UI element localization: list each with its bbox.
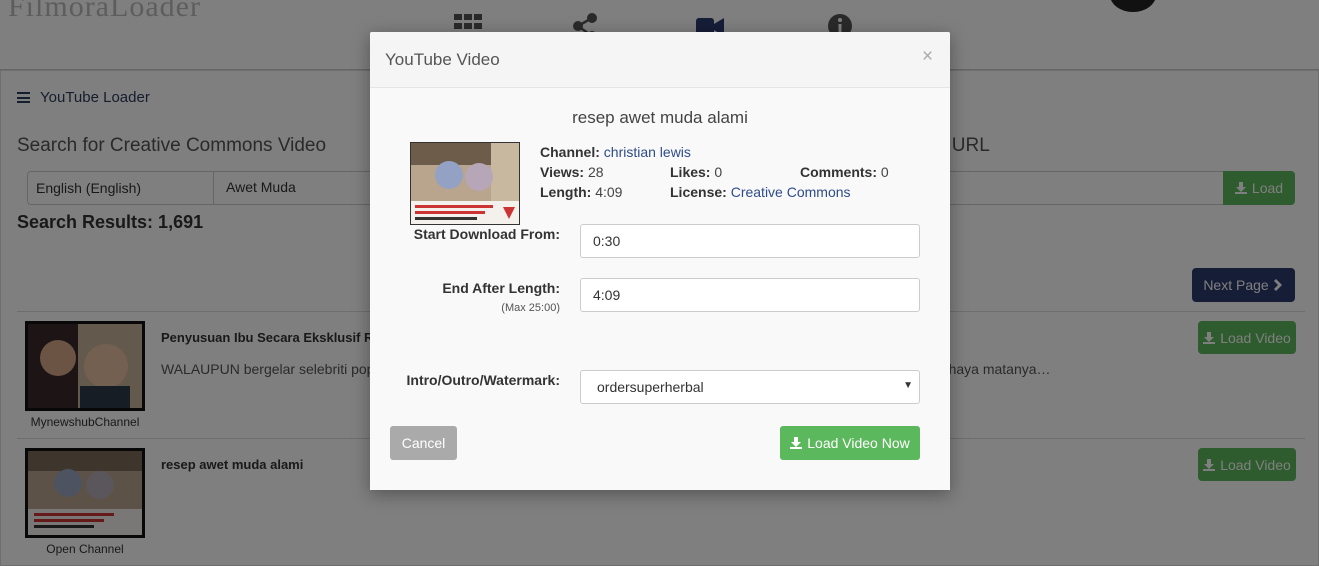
likes-info: Likes: 0 (670, 164, 723, 180)
video-title: resep awet muda alami (572, 108, 748, 127)
views-info: Views: 28 (540, 164, 604, 180)
max-length-hint: (Max 25:00) (501, 302, 560, 314)
download-icon (790, 437, 803, 449)
length-info: Length: 4:09 (540, 184, 623, 200)
youtube-video-dialog: YouTube Video × resep awet muda alami Ch… (370, 32, 950, 490)
end-after-label: End After Length: (442, 280, 560, 296)
license-info: License: Creative Commons (670, 184, 851, 200)
intro-outro-label: Intro/Outro/Watermark: (406, 372, 561, 388)
channel-info: Channel: christian lewis (540, 144, 691, 160)
caret-down-icon: ▼ (903, 380, 913, 391)
license-link[interactable]: Creative Commons (731, 184, 851, 200)
comments-info: Comments: 0 (800, 164, 889, 180)
load-video-now-button[interactable]: Load Video Now (780, 426, 920, 460)
thumbnail-image (411, 143, 519, 224)
video-thumbnail (410, 142, 520, 225)
channel-link[interactable]: christian lewis (604, 144, 691, 160)
cancel-button[interactable]: Cancel (390, 426, 457, 460)
intro-outro-select[interactable]: ordersuperherbal ▼ (580, 370, 920, 404)
start-download-input[interactable]: 0:30 (580, 224, 920, 258)
dialog-header: YouTube Video × (370, 32, 950, 88)
end-after-input[interactable]: 4:09 (580, 278, 920, 312)
dialog-body: resep awet muda alami Channel: christian… (370, 88, 950, 490)
close-icon[interactable]: × (922, 47, 933, 66)
start-download-label: Start Download From: (413, 226, 560, 242)
dialog-title: YouTube Video (385, 50, 500, 69)
